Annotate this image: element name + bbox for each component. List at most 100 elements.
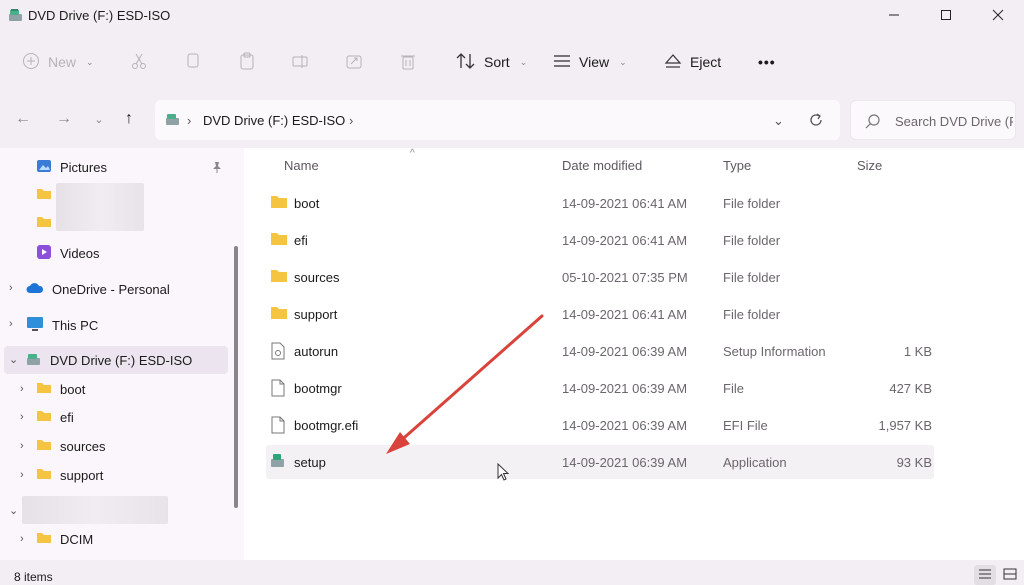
share-button[interactable] (345, 48, 363, 76)
paste-button[interactable] (238, 48, 256, 76)
more-options-button[interactable]: ••• (758, 48, 776, 76)
sidebar-item-pictures[interactable]: Pictures (36, 153, 226, 181)
chevron-down-icon[interactable]: ⌄ (9, 353, 18, 366)
arrow-right-icon: → (56, 110, 72, 127)
sidebar-item-label: This PC (52, 317, 99, 333)
dvd-drive-icon (165, 112, 181, 129)
address-bar[interactable]: › DVD Drive (F:) ESD-ISO › ⌄ (155, 100, 840, 140)
new-button[interactable]: New ⌄ (22, 48, 94, 76)
tiles-view-button[interactable] (999, 565, 1021, 585)
chevron-right-icon[interactable]: › (20, 440, 24, 452)
sidebar-scrollbar[interactable] (234, 246, 238, 508)
chevron-down-icon[interactable]: ⌄ (9, 504, 18, 517)
chevron-right-icon[interactable]: › (20, 469, 24, 481)
mouse-cursor-icon (497, 463, 510, 481)
chevron-down-icon[interactable]: ⌄ (773, 113, 784, 129)
plus-circle-icon (22, 52, 40, 73)
sidebar-item-onedrive[interactable]: OneDrive - Personal (26, 275, 226, 303)
pin-icon[interactable] (212, 161, 222, 176)
chevron-down-icon: ⌄ (519, 56, 528, 67)
redacted-region (56, 183, 144, 231)
chevron-down-icon: ⌄ (86, 56, 94, 67)
sidebar-item-support[interactable]: support (36, 461, 216, 489)
sidebar-item-this-pc[interactable]: This PC (26, 311, 226, 339)
folder-icon (36, 531, 52, 547)
scissors-icon (130, 52, 148, 73)
tiles-view-icon (1003, 568, 1017, 583)
copy-button[interactable] (184, 48, 202, 76)
item-count: 8 items (14, 570, 53, 584)
rename-button[interactable] (291, 48, 309, 76)
view-button[interactable]: View ⌄ (553, 48, 627, 76)
sidebar-item-label: efi (60, 409, 74, 425)
sidebar-item-label: boot (60, 381, 86, 397)
sidebar-item-boot[interactable]: boot (36, 375, 216, 403)
breadcrumb-segment[interactable]: DVD Drive (F:) ESD-ISO (203, 113, 345, 128)
monitor-icon (26, 316, 44, 335)
chevron-down-icon: ⌄ (94, 113, 104, 126)
sidebar-item-label: Pictures (60, 159, 107, 175)
dvd-drive-icon (26, 352, 42, 369)
trash-icon (399, 52, 417, 73)
sort-label: Sort (484, 54, 510, 70)
arrow-left-icon: ← (15, 110, 31, 127)
folder-icon (36, 215, 52, 231)
up-button[interactable]: ↑ (116, 106, 142, 132)
sidebar-item-label: support (60, 467, 104, 483)
search-icon (865, 113, 881, 132)
more-dots-icon: ••• (758, 54, 776, 70)
folder-icon (36, 187, 52, 203)
sidebar-item-label: DVD Drive (F:) ESD-ISO (50, 352, 193, 368)
rename-icon (291, 52, 309, 73)
sidebar-item-label: DCIM (60, 531, 94, 547)
clipboard-icon (238, 52, 256, 73)
navigation-pane: Pictures Videos › OneDrive - Personal › … (0, 148, 244, 560)
maximize-button[interactable] (920, 0, 972, 30)
delete-button[interactable] (399, 48, 417, 76)
sidebar-item-label: OneDrive - Personal (52, 281, 170, 297)
search-box[interactable]: Search DVD Drive (F:) ESD-ISO (850, 100, 1016, 140)
chevron-down-icon: ⌄ (619, 56, 627, 67)
address-row: ← → ⌄ ↑ › DVD Drive (F:) ESD-ISO › ⌄ Sea… (0, 96, 1024, 144)
sort-button[interactable]: Sort ⌄ (456, 48, 527, 76)
chevron-right-icon: › (187, 113, 192, 128)
search-input[interactable]: Search DVD Drive (F:) ESD-ISO (895, 114, 1013, 129)
chevron-right-icon[interactable]: › (20, 533, 24, 545)
cut-button[interactable] (130, 48, 148, 76)
annotation-arrow (386, 314, 544, 454)
folder-icon (36, 467, 52, 483)
chevron-right-icon[interactable]: › (349, 113, 353, 128)
chevron-right-icon[interactable]: › (9, 282, 13, 294)
forward-button[interactable]: → (51, 106, 77, 132)
sidebar-item-dcim[interactable]: DCIM (36, 525, 216, 553)
view-label: View (579, 54, 610, 70)
sidebar-item-dvd-drive[interactable]: DVD Drive (F:) ESD-ISO (4, 346, 228, 374)
chevron-right-icon[interactable]: › (20, 411, 24, 423)
refresh-icon[interactable] (807, 111, 825, 132)
chevron-right-icon[interactable]: › (9, 318, 13, 330)
sidebar-item-label: Videos (60, 245, 100, 261)
command-bar: New ⌄ Sort ⌄ View ⌄ Eject ••• (0, 38, 1024, 86)
minimize-button[interactable] (868, 0, 920, 30)
redacted-drive-label[interactable] (22, 496, 168, 524)
details-view-button[interactable] (974, 565, 996, 585)
onedrive-icon (26, 282, 44, 297)
details-view-icon (978, 568, 992, 583)
eject-button[interactable]: Eject (664, 48, 721, 76)
chevron-right-icon[interactable]: › (20, 383, 24, 395)
sidebar-item-label: sources (60, 438, 106, 454)
eject-icon (664, 53, 682, 72)
sidebar-item-sources[interactable]: sources (36, 432, 216, 460)
folder-icon (36, 381, 52, 397)
folder-icon (36, 409, 52, 425)
videos-icon (36, 244, 52, 263)
recent-locations-button[interactable]: ⌄ (86, 106, 112, 132)
list-view-icon (553, 54, 571, 71)
sidebar-item-videos[interactable]: Videos (36, 239, 186, 267)
share-icon (345, 52, 363, 73)
close-button[interactable] (972, 0, 1024, 30)
back-button[interactable]: ← (10, 106, 36, 132)
dvd-drive-icon (8, 8, 24, 25)
sidebar-item-efi[interactable]: efi (36, 403, 216, 431)
new-label: New (48, 54, 77, 70)
